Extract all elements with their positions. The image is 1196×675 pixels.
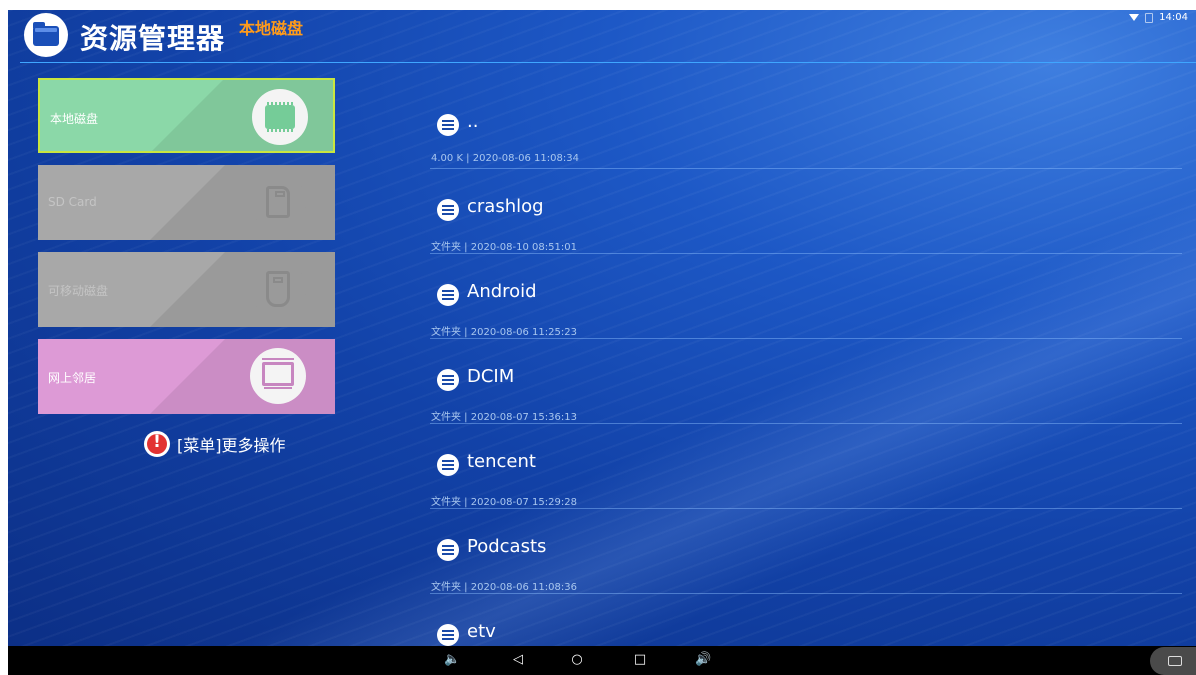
list-item[interactable]: etv	[430, 582, 1182, 646]
sd-card-icon	[250, 174, 306, 230]
recent-apps-icon[interactable]: □	[632, 652, 648, 668]
wifi-icon	[1129, 14, 1140, 21]
folder-icon	[437, 284, 459, 306]
file-name: etv	[467, 621, 496, 642]
menu-hint: ! [菜单]更多操作	[144, 431, 286, 457]
file-name: Android	[467, 281, 537, 302]
folder-icon	[437, 454, 459, 476]
list-item[interactable]: crashlog 文件夹 | 2020-08-10 08:51:01	[430, 157, 1182, 254]
file-name: Podcasts	[467, 536, 547, 557]
drive-tile-local-disk[interactable]: 本地磁盘	[38, 78, 335, 153]
home-icon[interactable]: ○	[569, 652, 585, 668]
current-location-title: 本地磁盘	[239, 19, 304, 38]
alert-icon: !	[144, 431, 170, 457]
folder-icon	[437, 114, 459, 136]
menu-hint-text: [菜单]更多操作	[177, 436, 286, 455]
drive-label: SD Card	[48, 195, 97, 209]
file-name: tencent	[467, 451, 536, 472]
folder-icon	[437, 624, 459, 646]
list-item[interactable]: Android 文件夹 | 2020-08-06 11:25:23	[430, 242, 1182, 339]
list-item[interactable]: Podcasts 文件夹 | 2020-08-06 11:08:36	[430, 497, 1182, 594]
file-manager-screen: 资源管理器 本地磁盘 14:04 本地磁盘 SD Card 可移动磁盘 网上邻居…	[8, 10, 1196, 646]
camera-icon	[1168, 656, 1182, 666]
header: 资源管理器 本地磁盘 14:04	[8, 10, 1196, 62]
usb-drive-icon	[250, 261, 306, 317]
drive-tile-removable-disk[interactable]: 可移动磁盘	[38, 252, 335, 327]
list-item[interactable]: DCIM 文件夹 | 2020-08-07 15:36:13	[430, 327, 1182, 424]
volume-down-icon[interactable]: 🔈	[444, 652, 460, 668]
drive-label: 网上邻居	[48, 371, 97, 385]
status-bar: 14:04	[1129, 12, 1188, 23]
drive-label: 可移动磁盘	[48, 284, 109, 298]
back-icon[interactable]: ◁	[510, 652, 526, 668]
list-item[interactable]: .. 4.00 K | 2020-08-06 11:08:34	[430, 72, 1182, 169]
screenshot-button[interactable]	[1150, 647, 1196, 675]
drive-label: 本地磁盘	[50, 112, 99, 126]
folder-app-icon	[24, 13, 68, 57]
header-divider	[20, 62, 1196, 63]
chip-icon	[252, 89, 308, 145]
list-item[interactable]: tencent 文件夹 | 2020-08-07 15:29:28	[430, 412, 1182, 509]
app-title: 资源管理器	[80, 22, 226, 55]
volume-up-icon[interactable]: 🔊	[695, 652, 711, 668]
folder-icon	[437, 369, 459, 391]
sim-icon	[1145, 12, 1154, 23]
file-name: crashlog	[467, 196, 544, 217]
folder-icon	[437, 539, 459, 561]
network-screen-icon	[250, 348, 306, 404]
clock: 14:04	[1159, 12, 1188, 23]
file-name: DCIM	[467, 366, 515, 387]
system-navigation-bar: 🔈 ◁ ○ □ 🔊	[8, 646, 1196, 675]
folder-icon	[437, 199, 459, 221]
file-name: ..	[467, 111, 479, 132]
drive-tile-sd-card[interactable]: SD Card	[38, 165, 335, 240]
drive-tile-network-neighborhood[interactable]: 网上邻居	[38, 339, 335, 414]
